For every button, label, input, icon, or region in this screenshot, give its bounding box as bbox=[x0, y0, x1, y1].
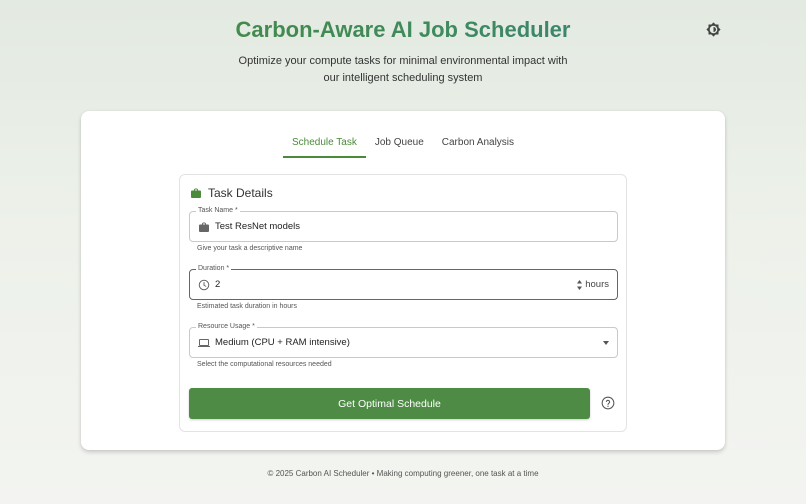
resource-usage-label: Resource Usage * bbox=[196, 322, 257, 332]
duration-unit: hours bbox=[585, 279, 609, 290]
app-header: Carbon-Aware AI Job Scheduler Optimize y… bbox=[0, 0, 806, 87]
task-name-helper: Give your task a descriptive name bbox=[197, 245, 303, 252]
duration-helper: Estimated task duration in hours bbox=[197, 303, 297, 310]
task-name-label: Task Name * bbox=[196, 206, 240, 216]
tab-schedule-task[interactable]: Schedule Task bbox=[282, 133, 366, 158]
panel-title: Task Details bbox=[208, 186, 273, 200]
chevron-down-icon bbox=[603, 341, 609, 345]
app-subtitle: Optimize your compute tasks for minimal … bbox=[238, 55, 568, 84]
task-name-field[interactable]: Task Name * Test ResNet models bbox=[189, 206, 618, 242]
app-title: Carbon-Aware AI Job Scheduler bbox=[0, 17, 806, 43]
panel-header: Task Details bbox=[190, 186, 273, 200]
clock-icon bbox=[198, 279, 210, 291]
page-footer: © 2025 Carbon AI Scheduler • Making comp… bbox=[267, 469, 539, 478]
resource-usage-select[interactable]: Resource Usage * Medium (CPU + RAM inten… bbox=[189, 322, 618, 358]
resource-usage-helper: Select the computational resources neede… bbox=[197, 361, 332, 368]
help-icon[interactable] bbox=[601, 396, 615, 410]
laptop-icon bbox=[198, 339, 210, 347]
number-spinner-icon[interactable] bbox=[576, 279, 583, 291]
get-optimal-schedule-button[interactable]: Get Optimal Schedule bbox=[189, 388, 590, 419]
theme-toggle-button[interactable] bbox=[706, 22, 721, 37]
briefcase-icon bbox=[191, 188, 201, 198]
briefcase-icon bbox=[199, 222, 209, 232]
resource-usage-value: Medium (CPU + RAM intensive) bbox=[215, 337, 350, 348]
duration-input[interactable]: 2 bbox=[215, 279, 220, 291]
main-card: Schedule Task Job Queue Carbon Analysis … bbox=[81, 111, 725, 450]
tab-carbon-analysis[interactable]: Carbon Analysis bbox=[433, 133, 523, 158]
tab-job-queue[interactable]: Job Queue bbox=[366, 133, 433, 158]
brightness-icon bbox=[706, 22, 721, 37]
duration-label: Duration * bbox=[196, 264, 232, 274]
task-details-panel: Task Details Task Name * Test ResNet mod… bbox=[179, 174, 627, 432]
tab-bar: Schedule Task Job Queue Carbon Analysis bbox=[81, 133, 725, 158]
task-name-input[interactable]: Test ResNet models bbox=[215, 221, 300, 233]
duration-field[interactable]: Duration * 2 hours bbox=[189, 264, 618, 300]
